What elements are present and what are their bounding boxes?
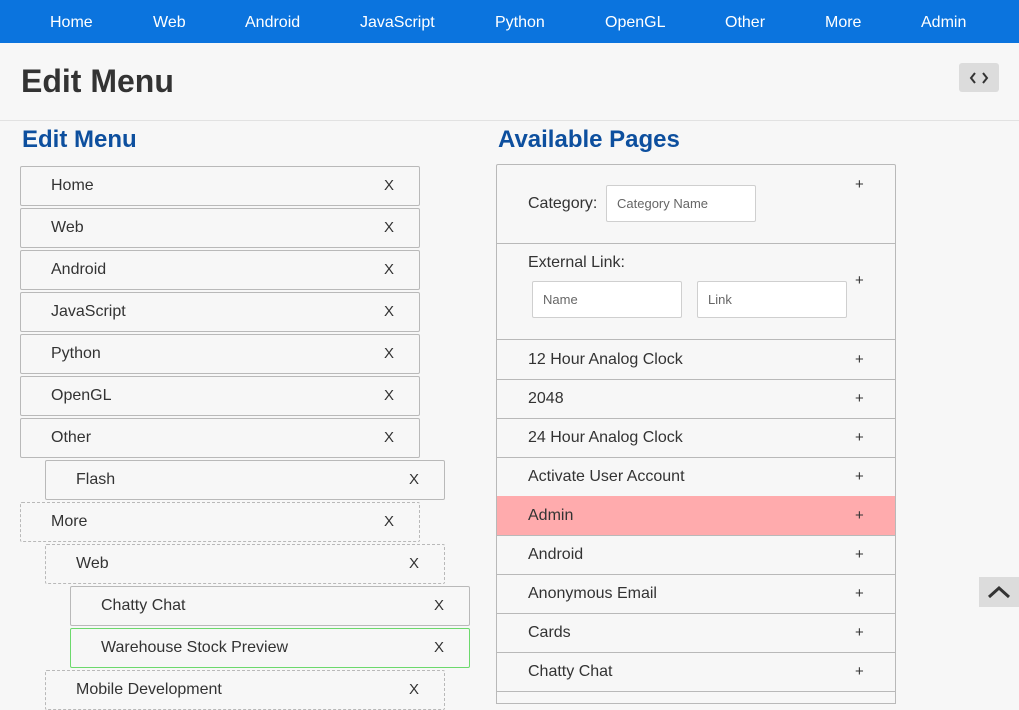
menu-item[interactable]: Android X — [20, 250, 420, 290]
menu-item[interactable]: Python X — [20, 334, 420, 374]
category-name-input[interactable] — [606, 185, 756, 222]
nav-item-python[interactable]: Python — [495, 0, 545, 43]
page-header: Edit Menu — [0, 43, 1019, 121]
menu-item-label: Warehouse Stock Preview — [101, 639, 289, 656]
add-page-button[interactable]: + — [855, 662, 864, 682]
add-page-button[interactable]: + — [855, 467, 864, 487]
menu-item[interactable]: Mobile Development X — [45, 670, 445, 710]
menu-item-label: Other — [51, 429, 92, 446]
external-link-url-input[interactable] — [697, 281, 847, 318]
top-nav: Home Web Android JavaScript Python OpenG… — [0, 0, 1019, 43]
remove-menu-item-button[interactable]: X — [384, 167, 394, 205]
available-pages-panel: Category: + External Link: + 12 Hour Ana… — [496, 164, 896, 704]
available-page-row: Admin + — [497, 496, 895, 536]
remove-menu-item-button[interactable]: X — [434, 629, 444, 667]
add-page-button[interactable]: + — [855, 389, 864, 409]
remove-menu-item-button[interactable]: X — [409, 461, 419, 499]
available-page-label: 2048 — [528, 390, 564, 407]
nav-item-other[interactable]: Other — [725, 0, 765, 43]
menu-item[interactable]: JavaScript X — [20, 292, 420, 332]
available-page-row: Chatty Chat + — [497, 652, 895, 692]
menu-item[interactable]: OpenGL X — [20, 376, 420, 416]
nav-item-javascript[interactable]: JavaScript — [360, 0, 435, 43]
menu-item-label: Flash — [76, 471, 116, 488]
menu-item-label: JavaScript — [51, 303, 126, 320]
remove-menu-item-button[interactable]: X — [409, 545, 419, 583]
add-category-button[interactable]: + — [855, 175, 864, 195]
menu-item-label: Home — [51, 177, 94, 194]
remove-menu-item-button[interactable]: X — [384, 377, 394, 415]
nav-item-admin[interactable]: Admin — [921, 0, 966, 43]
available-page-label: 24 Hour Analog Clock — [528, 429, 683, 446]
nav-item-more[interactable]: More — [825, 0, 861, 43]
category-row: Category: + — [497, 165, 895, 244]
external-link-label: External Link: — [528, 254, 625, 271]
code-brackets-icon — [969, 71, 989, 84]
add-page-button[interactable]: + — [855, 623, 864, 643]
edit-menu-heading: Edit Menu — [22, 126, 137, 153]
available-page-row: 24 Hour Analog Clock + — [497, 418, 895, 458]
available-page-row: 12 Hour Analog Clock + — [497, 340, 895, 380]
menu-item[interactable]: Chatty Chat X — [70, 586, 470, 626]
available-page-row: Android + — [497, 535, 895, 575]
add-page-button[interactable]: + — [855, 350, 864, 370]
menu-item-label: Web — [76, 555, 109, 572]
external-link-row: External Link: + — [497, 244, 895, 340]
menu-item[interactable]: Web X — [20, 208, 420, 248]
nav-item-android[interactable]: Android — [245, 0, 300, 43]
scroll-to-top-button[interactable] — [979, 577, 1019, 607]
nav-item-web[interactable]: Web — [153, 0, 186, 43]
menu-item-label: Mobile Development — [76, 681, 222, 698]
available-page-row: Activate User Account + — [497, 457, 895, 497]
menu-item[interactable]: Warehouse Stock Preview X — [70, 628, 470, 668]
add-page-button[interactable]: + — [855, 428, 864, 448]
remove-menu-item-button[interactable]: X — [384, 503, 394, 541]
remove-menu-item-button[interactable]: X — [384, 335, 394, 373]
menu-item[interactable]: Other X — [20, 418, 420, 458]
remove-menu-item-button[interactable]: X — [384, 251, 394, 289]
menu-item-label: Web — [51, 219, 84, 236]
view-source-button[interactable] — [959, 63, 999, 92]
add-page-button[interactable]: + — [855, 506, 864, 526]
available-page-label: Admin — [528, 507, 574, 524]
available-page-label: Cards — [528, 624, 571, 641]
add-page-button[interactable]: + — [855, 545, 864, 565]
available-page-row: 2048 + — [497, 379, 895, 419]
available-page-row: Anonymous Email + — [497, 574, 895, 614]
menu-item-label: Python — [51, 345, 101, 362]
add-external-link-button[interactable]: + — [855, 271, 864, 291]
available-page-label: Chatty Chat — [528, 663, 613, 680]
menu-item[interactable]: Web X — [45, 544, 445, 584]
remove-menu-item-button[interactable]: X — [384, 209, 394, 247]
add-page-button[interactable]: + — [855, 584, 864, 604]
available-pages-heading: Available Pages — [498, 126, 680, 153]
page-title: Edit Menu — [21, 63, 174, 99]
available-page-label: Anonymous Email — [528, 585, 657, 602]
menu-item[interactable]: Flash X — [45, 460, 445, 500]
menu-item-label: More — [51, 513, 88, 530]
available-page-label: Activate User Account — [528, 468, 685, 485]
nav-item-home[interactable]: Home — [50, 0, 93, 43]
menu-item-label: OpenGL — [51, 387, 112, 404]
menu-item[interactable]: More X — [20, 502, 420, 542]
menu-item[interactable]: Home X — [20, 166, 420, 206]
available-page-row: Cards + — [497, 613, 895, 653]
remove-menu-item-button[interactable]: X — [384, 293, 394, 331]
remove-menu-item-button[interactable]: X — [434, 587, 444, 625]
remove-menu-item-button[interactable]: X — [409, 671, 419, 709]
available-page-label: Android — [528, 546, 584, 563]
nav-item-opengl[interactable]: OpenGL — [605, 0, 665, 43]
menu-item-label: Chatty Chat — [101, 597, 186, 614]
chevron-up-icon — [987, 585, 1011, 599]
remove-menu-item-button[interactable]: X — [384, 419, 394, 457]
available-page-label: 12 Hour Analog Clock — [528, 351, 683, 368]
category-label: Category: — [528, 195, 598, 212]
menu-item-label: Android — [51, 261, 107, 278]
external-link-name-input[interactable] — [532, 281, 682, 318]
